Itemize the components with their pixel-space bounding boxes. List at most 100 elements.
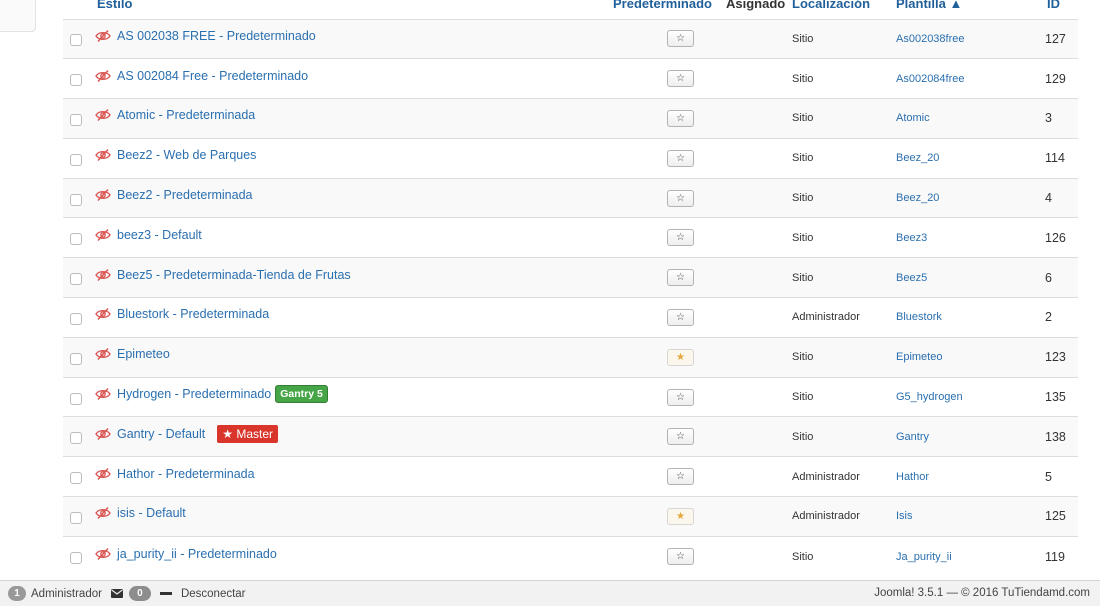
style-cell: AS 002084 Free - Predeterminado [95,58,585,99]
style-name-link[interactable]: Beez2 - Predeterminada [117,188,253,202]
row-select-cell [63,18,95,59]
row-select-cell [63,535,95,577]
template-link[interactable]: Isis [896,510,913,522]
set-default-star-icon[interactable]: ☆ [667,70,694,88]
template-link[interactable]: Ja_purity_ii [896,551,952,563]
location-cell: Sitio [792,336,896,378]
template-link[interactable]: Beez3 [896,232,927,244]
assigned-cell [720,177,792,218]
row-checkbox[interactable] [70,273,82,286]
id-cell: 5 [1038,456,1078,497]
default-cell: ☆ [585,18,720,59]
style-name-link[interactable]: AS 002038 FREE - Predeterminado [117,29,316,43]
row-select-cell [63,98,95,139]
style-cell: Bluestork - Predeterminada [95,297,585,338]
style-name-link[interactable]: Atomic - Predeterminada [117,108,255,122]
header-template[interactable]: Plantilla ▲ [896,0,1038,20]
master-badge: ★ Master [217,424,278,443]
template-link[interactable]: As002038free [896,33,965,45]
style-name-link[interactable]: Hathor - Predeterminada [117,467,255,481]
minus-icon [159,592,172,595]
template-link[interactable]: Beez_20 [896,192,939,204]
template-cell: Atomic [896,98,1038,139]
assigned-cell [720,535,792,577]
style-name-link[interactable]: ja_purity_ii - Predeterminado [117,547,277,561]
row-checkbox[interactable] [70,552,82,564]
default-star-active-icon[interactable]: ★ [667,507,694,525]
eye-slash-icon [95,189,111,202]
mail-icon[interactable] [110,589,123,598]
eye-slash-icon [95,69,111,82]
set-default-star-icon[interactable]: ☆ [667,30,694,48]
template-link[interactable]: Bluestork [896,311,942,323]
location-cell: Administrador [792,297,896,338]
header-style[interactable]: Estilo [95,0,585,20]
set-default-star-icon[interactable]: ☆ [667,149,694,167]
style-name-link[interactable]: Hydrogen - Predeterminado [117,387,271,401]
set-default-star-icon[interactable]: ☆ [667,548,694,565]
header-checkbox-col [63,0,95,20]
eye-slash-icon [95,29,111,42]
row-checkbox[interactable] [70,153,82,166]
default-cell: ☆ [585,177,720,218]
users-online-count-badge[interactable]: 1 [8,586,26,601]
row-checkbox[interactable] [70,233,82,246]
default-cell: ☆ [585,376,720,417]
template-cell: Beez_20 [896,177,1038,218]
style-name-link[interactable]: isis - Default [117,506,186,520]
logout-link[interactable]: Desconectar [181,588,246,600]
set-default-star-icon[interactable]: ☆ [667,388,694,406]
eye-slash-icon [95,547,111,560]
row-checkbox[interactable] [70,74,82,87]
set-default-star-icon[interactable]: ☆ [667,189,694,207]
set-default-star-icon[interactable]: ☆ [667,468,694,486]
set-default-star-icon[interactable]: ☆ [667,229,694,247]
template-link[interactable]: Gantry [896,431,929,443]
row-checkbox[interactable] [70,511,82,524]
status-footer: 1 Administrador 0 Desconectar Joomla! 3.… [0,580,1100,606]
eye-slash-icon [95,427,111,440]
header-location[interactable]: Localización [792,0,896,20]
table-row: AS 002038 FREE - Predeterminado ☆ Sitio As0… [63,18,1078,59]
template-styles-table: Estilo Predeterminado Asignado Localizac… [63,0,1078,577]
style-name-link[interactable]: Bluestork - Predeterminada [117,307,269,321]
eye-slash-icon [95,507,111,520]
style-name-link[interactable]: Beez5 - Predeterminada-Tienda de Frutas [117,268,351,282]
default-cell: ☆ [585,257,720,298]
row-checkbox[interactable] [70,312,82,325]
messages-count-badge[interactable]: 0 [128,586,151,601]
location-cell: Sitio [792,376,896,417]
template-link[interactable]: Beez5 [896,272,927,284]
row-checkbox[interactable] [70,472,82,485]
set-default-star-icon[interactable]: ☆ [667,269,694,287]
default-cell: ☆ [585,535,720,577]
row-checkbox[interactable] [70,432,82,445]
style-name-link[interactable]: Beez2 - Web de Parques [117,148,256,162]
template-link[interactable]: Hathor [896,471,929,483]
row-checkbox[interactable] [70,392,82,405]
id-cell: 3 [1038,98,1078,139]
set-default-star-icon[interactable]: ☆ [667,428,694,446]
template-link[interactable]: As002084free [896,73,965,85]
default-star-active-icon[interactable]: ★ [667,348,694,366]
set-default-star-icon[interactable]: ☆ [667,109,694,127]
template-link[interactable]: G5_hydrogen [896,391,963,403]
style-name-link[interactable]: AS 002084 Free - Predeterminado [117,69,308,83]
header-default[interactable]: Predeterminado [585,0,720,20]
style-name-link[interactable]: Gantry - Default [117,427,205,441]
table-row: Beez2 - Web de Parques ☆ Sitio Beez_20 114 [63,137,1078,179]
template-link[interactable]: Epimeteo [896,351,942,363]
footer-status-left: 1 Administrador 0 Desconectar [8,586,246,601]
template-link[interactable]: Beez_20 [896,152,939,164]
row-checkbox[interactable] [70,34,82,47]
style-name-link[interactable]: beez3 - Default [117,228,202,242]
row-checkbox[interactable] [70,193,82,206]
row-checkbox[interactable] [70,352,82,365]
row-checkbox[interactable] [70,113,82,126]
users-online-label[interactable]: Administrador [31,588,102,600]
set-default-star-icon[interactable]: ☆ [667,308,694,326]
template-link[interactable]: Atomic [896,112,930,124]
eye-slash-icon [95,268,111,281]
header-id[interactable]: ID [1038,0,1078,20]
style-name-link[interactable]: Epimeteo [117,347,170,361]
